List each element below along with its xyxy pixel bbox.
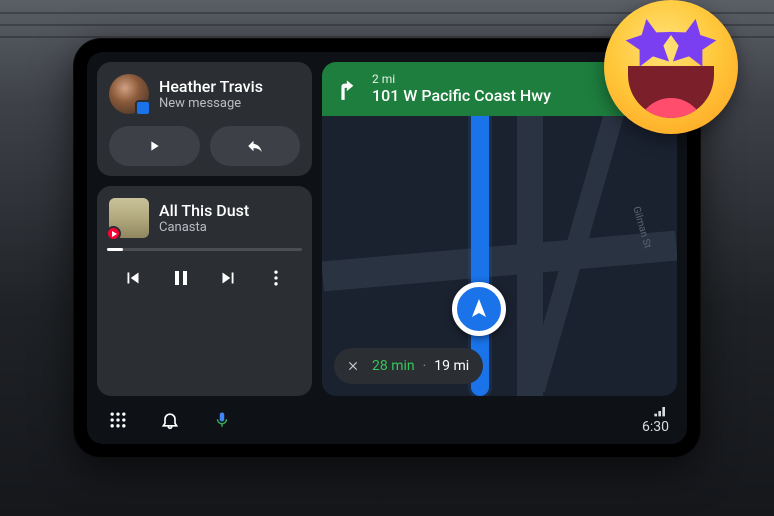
message-card[interactable]: Heather Travis New message [97, 62, 312, 176]
notifications-button[interactable] [157, 407, 183, 433]
turn-text: 2 mi 101 W Pacific Coast Hwy [372, 73, 551, 105]
youtube-music-icon [106, 226, 121, 241]
eta-separator: · [423, 358, 427, 374]
bell-icon [160, 410, 180, 430]
system-bar-left [105, 407, 235, 433]
message-text-block: Heather Travis New message [159, 77, 263, 112]
playback-progress[interactable] [107, 248, 302, 251]
system-bar-right: 6:30 [642, 405, 669, 435]
turn-distance: 2 mi [372, 73, 551, 87]
play-icon [146, 138, 162, 154]
sender-name: Heather Travis [159, 77, 263, 96]
eta-distance: 19 mi [434, 358, 469, 374]
system-bar: 6:30 [87, 396, 687, 444]
message-subtitle: New message [159, 96, 263, 112]
play-message-button[interactable] [109, 126, 200, 166]
track-title: All This Dust [159, 201, 249, 220]
star-struck-emoji-overlay [596, 0, 746, 142]
more-vert-icon [266, 268, 286, 288]
star-eye-right-icon [657, 11, 724, 78]
sender-avatar [109, 74, 149, 114]
playback-progress-fill [107, 248, 123, 251]
messages-app-badge-icon [135, 100, 151, 116]
app-launcher-button[interactable] [105, 407, 131, 433]
previous-track-button[interactable] [116, 261, 150, 295]
pause-button[interactable] [164, 261, 198, 295]
message-header: Heather Travis New message [109, 74, 300, 114]
media-text-block: All This Dust Canasta [159, 201, 249, 236]
close-navigation-button[interactable] [342, 355, 364, 377]
next-track-button[interactable] [211, 261, 245, 295]
media-controls [109, 259, 300, 297]
apps-grid-icon [108, 410, 128, 430]
microphone-icon [213, 409, 231, 431]
navigation-arrow-icon [467, 297, 491, 321]
media-card[interactable]: All This Dust Canasta [97, 186, 312, 396]
close-icon [346, 359, 360, 373]
left-cards-column: Heather Travis New message [97, 62, 312, 396]
reply-button[interactable] [210, 126, 301, 166]
clock: 6:30 [642, 419, 669, 435]
message-actions [109, 126, 300, 166]
eta-time: 28 min [372, 358, 415, 374]
track-artist: Canasta [159, 220, 249, 236]
skip-next-icon [217, 267, 239, 289]
reply-icon [246, 137, 264, 155]
turn-left-icon [336, 76, 362, 102]
media-more-button[interactable] [259, 261, 293, 295]
current-location-puck [452, 282, 506, 336]
album-art [109, 198, 149, 238]
skip-previous-icon [122, 267, 144, 289]
eta-pill[interactable]: 28 min · 19 mi [334, 348, 483, 384]
cell-signal-icon [653, 405, 669, 417]
turn-road-name: 101 W Pacific Coast Hwy [372, 87, 551, 105]
voice-assistant-button[interactable] [209, 407, 235, 433]
emoji-tongue [637, 98, 706, 118]
media-header: All This Dust Canasta [109, 198, 300, 238]
pause-icon [169, 266, 193, 290]
map-road [322, 230, 677, 291]
